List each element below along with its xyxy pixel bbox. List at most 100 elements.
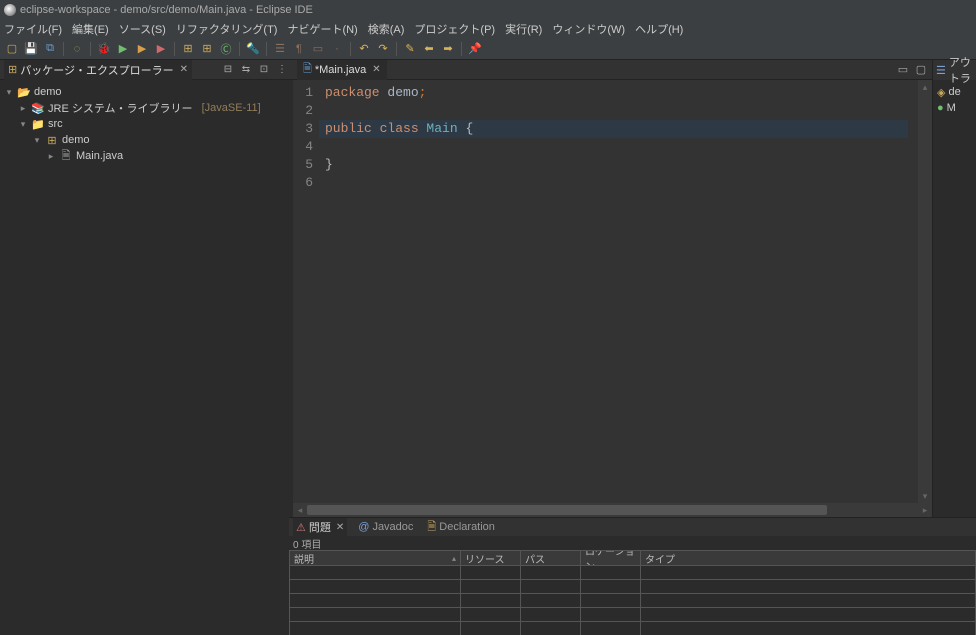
scroll-thumb[interactable]	[307, 505, 827, 515]
toggle-mark-icon[interactable]: ¶	[291, 41, 307, 57]
prev-annotation-icon[interactable]: ↶	[356, 41, 372, 57]
scroll-down-icon[interactable]: ▾	[918, 489, 932, 503]
col-location[interactable]: ロケーション	[581, 550, 641, 566]
tab-problems[interactable]: ⚠ 問題 ✕	[293, 518, 347, 536]
chevron-down-icon[interactable]: ▾	[4, 87, 14, 98]
tree-jre[interactable]: ▸ 📚 JRE システム・ライブラリー [JavaSE-11]	[4, 100, 289, 116]
new-package-icon[interactable]: ⊞	[199, 41, 215, 57]
separator-icon	[174, 42, 175, 56]
show-whitespace-icon[interactable]: ·	[329, 41, 345, 57]
titlebar: eclipse-workspace - demo/src/demo/Main.j…	[0, 0, 976, 20]
toggle-block-icon[interactable]: ▭	[310, 41, 326, 57]
table-row	[289, 622, 976, 635]
menu-source[interactable]: ソース(S)	[119, 21, 166, 37]
chevron-down-icon[interactable]: ▾	[32, 135, 42, 146]
next-annotation-icon[interactable]: ↷	[375, 41, 391, 57]
link-editor-icon[interactable]: ⇆	[239, 63, 253, 77]
chevron-right-icon[interactable]: ▸	[18, 103, 28, 114]
line-number: 2	[293, 102, 313, 120]
library-icon: 📚	[31, 102, 45, 115]
tab-package-explorer[interactable]: ⊞ パッケージ・エクスプローラー ✕	[4, 60, 192, 80]
code-token: {	[465, 121, 473, 136]
save-icon[interactable]: 💾	[23, 41, 39, 57]
col-type[interactable]: タイプ	[641, 550, 976, 566]
tree-file[interactable]: ▸ 🗎 Main.java	[4, 148, 289, 164]
tree-project[interactable]: ▾ 📂 demo	[4, 84, 289, 100]
line-number: 1	[293, 84, 313, 102]
scroll-up-icon[interactable]: ▴	[918, 80, 932, 94]
jre-version-label: [JavaSE-11]	[202, 102, 261, 114]
save-all-icon[interactable]: ⧉	[42, 41, 58, 57]
search-icon[interactable]: 🔦	[245, 41, 261, 57]
tree-src[interactable]: ▾ 📁 src	[4, 116, 289, 132]
close-icon[interactable]: ✕	[372, 64, 380, 75]
table-row	[289, 608, 976, 622]
col-resource[interactable]: リソース	[461, 550, 521, 566]
back-icon[interactable]: ⬅	[421, 41, 437, 57]
line-number: 3	[293, 120, 313, 138]
new-class-icon[interactable]: Ⓒ	[218, 41, 234, 57]
run-icon[interactable]: ▶	[115, 41, 131, 57]
separator-icon	[461, 42, 462, 56]
pin-icon[interactable]: 📌	[467, 41, 483, 57]
menu-search[interactable]: 検索(A)	[368, 21, 405, 37]
menu-window[interactable]: ウィンドウ(W)	[552, 21, 625, 37]
package-decl-icon: ◈	[937, 86, 945, 99]
new-icon[interactable]: ▢	[4, 41, 20, 57]
tree-package[interactable]: ▾ ⊞ demo	[4, 132, 289, 148]
editor-tabbar: 🗎 *Main.java ✕ ▭ ▢	[293, 60, 932, 80]
tab-javadoc[interactable]: @ Javadoc	[355, 518, 416, 536]
open-type-icon[interactable]: ◌	[69, 41, 85, 57]
close-icon[interactable]: ✕	[180, 64, 188, 75]
separator-icon	[63, 42, 64, 56]
new-java-project-icon[interactable]: ⊞	[180, 41, 196, 57]
table-row	[289, 580, 976, 594]
menu-navigate[interactable]: ナビゲート(N)	[287, 21, 357, 37]
vertical-scrollbar[interactable]: ▴ ▾	[918, 80, 932, 503]
menu-file[interactable]: ファイル(F)	[4, 21, 62, 37]
menu-project[interactable]: プロジェクト(P)	[414, 21, 495, 37]
col-description[interactable]: 説明▴	[289, 550, 461, 566]
view-menu-icon[interactable]: ⋮	[275, 63, 289, 77]
code-token: demo	[380, 85, 419, 100]
toggle-breadcrumb-icon[interactable]: ☰	[272, 41, 288, 57]
debug-icon[interactable]: 🐞	[96, 41, 112, 57]
collapse-all-icon[interactable]: ⊟	[221, 63, 235, 77]
pkg-label: demo	[62, 134, 90, 146]
java-file-icon: 🗎	[303, 60, 312, 79]
outline-row[interactable]: ◈ de	[937, 84, 972, 100]
chevron-right-icon[interactable]: ▸	[46, 151, 56, 162]
close-icon[interactable]: ✕	[336, 522, 344, 533]
focus-icon[interactable]: ⊡	[257, 63, 271, 77]
package-explorer-panel: ⊞ パッケージ・エクスプローラー ✕ ⊟ ⇆ ⊡ ⋮ ▾ 📂 demo ▸ 📚 …	[0, 60, 293, 517]
editor-tab-main[interactable]: 🗎 *Main.java ✕	[297, 60, 387, 80]
chevron-down-icon[interactable]: ▾	[18, 119, 28, 130]
project-icon: 📂	[17, 86, 31, 99]
separator-icon	[90, 42, 91, 56]
coverage-icon[interactable]: ▶	[134, 41, 150, 57]
menu-edit[interactable]: 編集(E)	[72, 21, 109, 37]
minimize-icon[interactable]: ▭	[896, 63, 910, 77]
code-area[interactable]: package demo; public class Main { }	[319, 80, 918, 503]
problems-table: 説明▴ リソース パス ロケーション タイプ	[289, 550, 976, 635]
run-ext-icon[interactable]: ▶	[153, 41, 169, 57]
menu-run[interactable]: 実行(R)	[505, 21, 542, 37]
tab-declaration[interactable]: 🗎 Declaration	[424, 518, 498, 536]
menu-refactor[interactable]: リファクタリング(T)	[176, 21, 278, 37]
javadoc-icon: @	[358, 521, 369, 533]
table-row	[289, 594, 976, 608]
problems-panel: ⚠ 問題 ✕ @ Javadoc 🗎 Declaration 0 項目 説明▴ …	[289, 517, 976, 635]
col-path[interactable]: パス	[521, 550, 581, 566]
package-explorer-tabbar: ⊞ パッケージ・エクスプローラー ✕ ⊟ ⇆ ⊡ ⋮	[0, 60, 293, 80]
last-edit-icon[interactable]: ✎	[402, 41, 418, 57]
editor-area[interactable]: 1 2 3 4 5 6 package demo; public class M…	[293, 80, 932, 503]
outline-row[interactable]: ● M	[937, 100, 972, 116]
scroll-left-icon[interactable]: ◂	[293, 503, 307, 517]
package-explorer-tree: ▾ 📂 demo ▸ 📚 JRE システム・ライブラリー [JavaSE-11]…	[0, 80, 293, 517]
scroll-right-icon[interactable]: ▸	[918, 503, 932, 517]
outline-tabbar: ☰ アウトラ	[933, 60, 976, 80]
horizontal-scrollbar[interactable]: ◂ ▸	[293, 503, 932, 517]
forward-icon[interactable]: ➡	[440, 41, 456, 57]
maximize-icon[interactable]: ▢	[914, 63, 928, 77]
menu-help[interactable]: ヘルプ(H)	[635, 21, 683, 37]
